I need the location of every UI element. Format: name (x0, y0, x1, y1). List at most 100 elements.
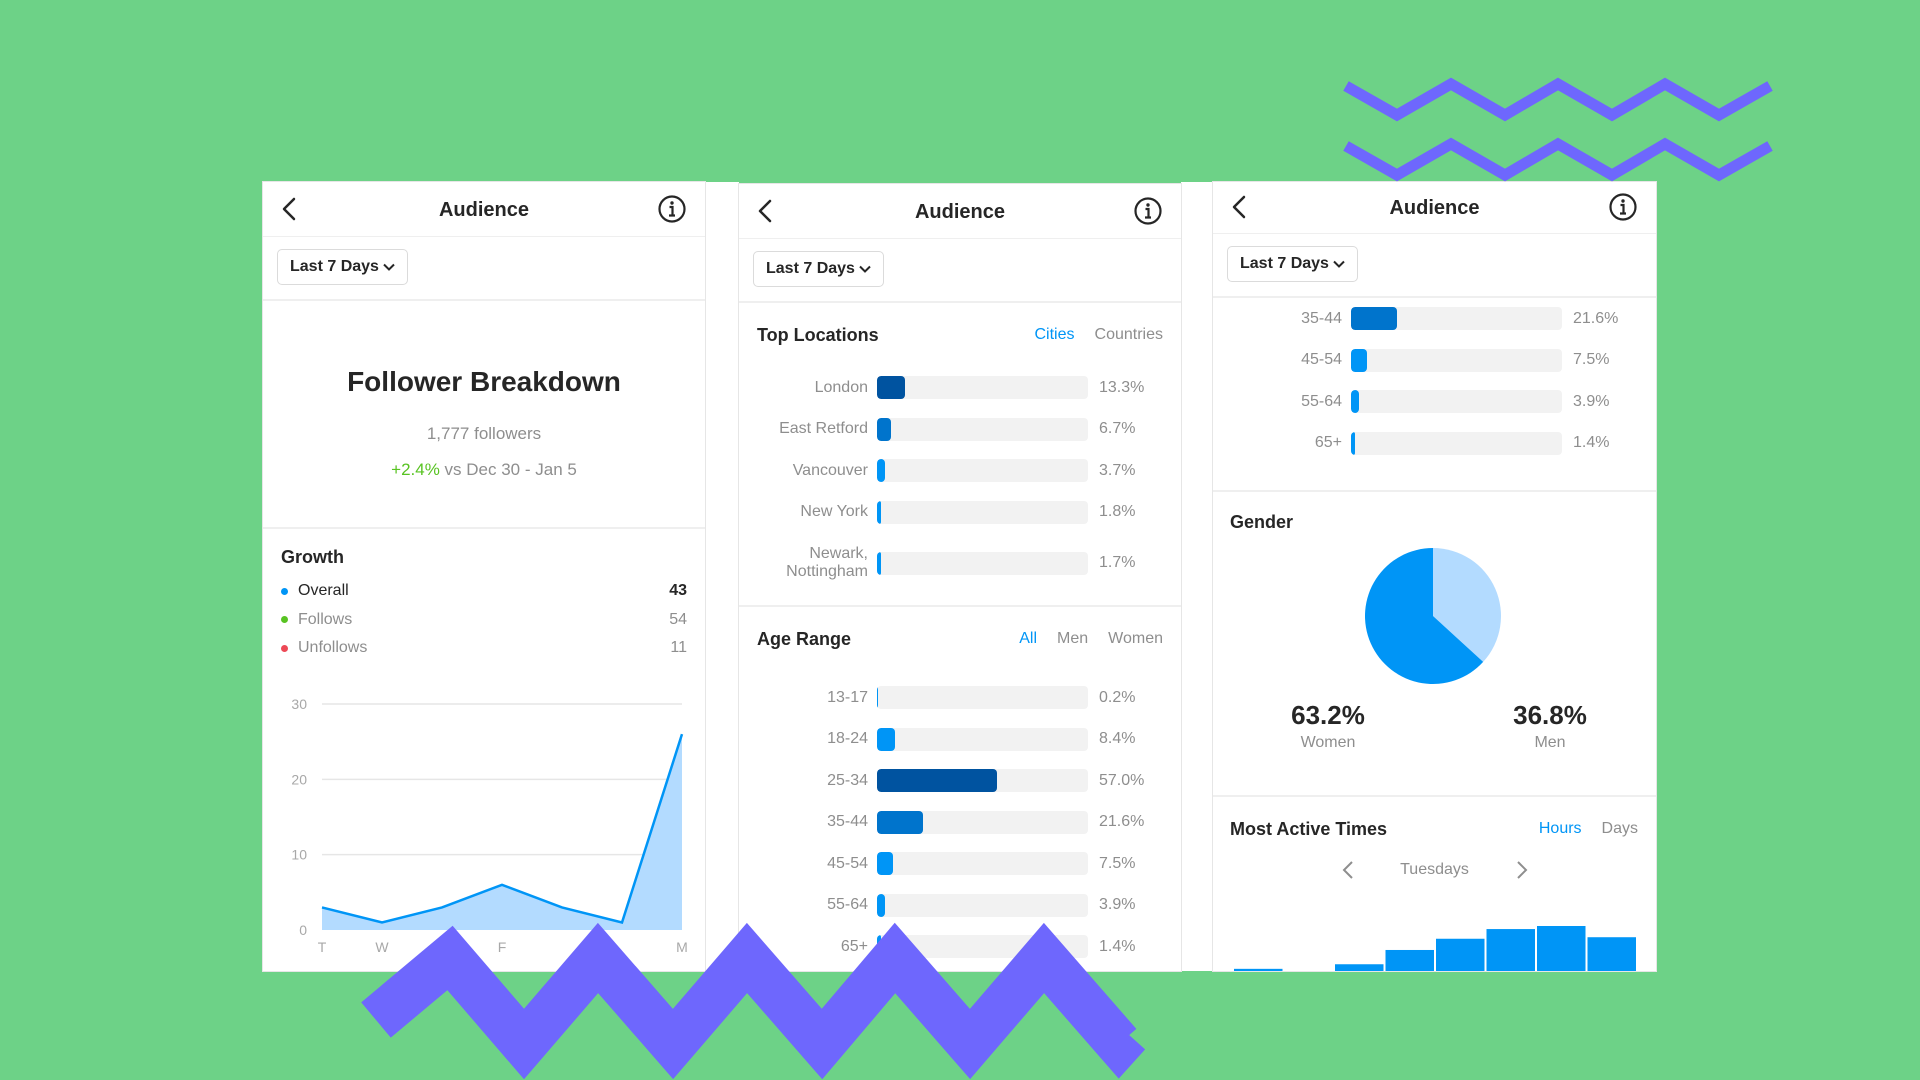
bar-value: 1.7% (1099, 554, 1136, 571)
bar-fill (877, 376, 906, 400)
bar-track (877, 551, 1088, 575)
legend-dot-icon (281, 616, 288, 624)
bar-track (877, 459, 1088, 483)
active-time-bar (1234, 968, 1283, 971)
bar-row: Vancouver 3.7% (739, 450, 1144, 492)
active-day-label: Tuesdays (1400, 861, 1469, 878)
bar-row: 55-64 3.9% (1213, 381, 1618, 423)
bar-value: 8.4% (1099, 730, 1136, 748)
tab-days[interactable]: Days (1602, 820, 1638, 838)
bar-row: 18-24 8.4% (739, 719, 1144, 761)
legend-item-follows[interactable]: Follows 54 (281, 606, 687, 635)
bar-value: 1.4% (1573, 434, 1610, 452)
audience-panel-locations-age: Audience Last 7 Days Top Locations Citie… (739, 184, 1181, 971)
bar-row: 55-64 3.9% (739, 885, 1144, 927)
panel-gap (1181, 182, 1213, 971)
legend-value: 54 (669, 610, 687, 628)
header: Audience (739, 184, 1181, 239)
date-range-dropdown[interactable]: Last 7 Days (1227, 246, 1358, 282)
bar-track (877, 893, 1088, 917)
bar-label: 55-64 (1301, 392, 1342, 410)
bar-track (1351, 307, 1562, 331)
gender-title: Gender (1230, 512, 1294, 532)
bar-row: 65+ 1.4% (739, 926, 1144, 968)
legend-item-overall[interactable]: Overall 43 (281, 577, 687, 606)
header-title: Audience (1389, 197, 1480, 219)
most-active-times-section: Most Active Times Hours Days Tuesdays (1213, 797, 1656, 971)
date-range-dropdown[interactable]: Last 7 Days (753, 251, 884, 287)
bar-fill (877, 769, 998, 793)
bar-row: 65+ 1.4% (1213, 423, 1618, 465)
bar-value: 21.6% (1099, 813, 1145, 831)
date-range-label: Last 7 Days (766, 260, 855, 277)
x-tick-label: W (375, 939, 389, 955)
bar-fill (877, 935, 881, 959)
tab-men[interactable]: Men (1057, 630, 1088, 648)
bar-track (1351, 431, 1562, 455)
bar-fill (877, 727, 895, 751)
followers-count: 1,777 followers (426, 424, 542, 443)
age-range-section: Age Range All Men Women 13-17 0.2% 18-24 8.4%… (739, 607, 1181, 971)
age-range-list: 13-17 0.2% 18-24 8.4% 25-34 57.0% 35-44 21.6% 45… (739, 677, 1144, 968)
locations-tabs: Cities Countries (1035, 326, 1164, 344)
bar-value: 7.5% (1573, 351, 1610, 369)
bar-row: East Retford 6.7% (739, 409, 1144, 451)
x-tick-label: F (498, 939, 507, 955)
growth-section: Growth Overall 43 Follows 54 Unfollows 11 0 10… (263, 529, 705, 955)
tab-cities[interactable]: Cities (1035, 326, 1075, 344)
info-icon[interactable] (1133, 196, 1163, 226)
men-label: Men (1534, 734, 1566, 751)
legend-value: 11 (670, 639, 687, 657)
active-time-bar (1385, 949, 1434, 971)
zigzag-top-2 (1343, 137, 1773, 182)
legend-item-unfollows[interactable]: Unfollows 11 (281, 634, 687, 663)
bar-row: 45-54 7.5% (1213, 340, 1618, 382)
bar-fill (877, 500, 881, 524)
date-range-label: Last 7 Days (1240, 255, 1329, 272)
bar-label: Newark, Nottingham (786, 545, 868, 580)
active-time-bar (1486, 929, 1535, 971)
date-range-dropdown[interactable]: Last 7 Days (277, 249, 408, 285)
chevron-right-icon[interactable] (1516, 860, 1528, 880)
tab-hours[interactable]: Hours (1539, 820, 1582, 838)
bar-label: 65+ (840, 937, 868, 955)
x-tick-label: M (676, 939, 688, 955)
growth-title: Growth (281, 547, 344, 567)
followers-change-line: +2.4% vs Dec 30 - Jan 5 (263, 460, 705, 480)
most-active-times-title: Most Active Times (1230, 819, 1388, 839)
bar-row: New York 1.8% (739, 492, 1144, 534)
bar-label: Vancouver (792, 461, 868, 479)
y-tick-label: 10 (291, 847, 307, 863)
bar-fill (1351, 390, 1360, 414)
date-range-label: Last 7 Days (290, 258, 379, 275)
gender-section: Gender 63.2% Women 36.8% Men (1213, 492, 1656, 797)
bar-fill (1351, 307, 1397, 331)
legend-dot-icon (281, 587, 288, 595)
x-tick-label: T (318, 939, 327, 955)
bar-track (877, 935, 1088, 959)
chevron-down-icon (1333, 260, 1345, 268)
info-icon[interactable] (1608, 192, 1638, 222)
info-icon[interactable] (657, 194, 687, 224)
bar-value: 13.3% (1099, 378, 1145, 396)
audience-panel-gender-active: Audience Last 7 Days 35-44 21.6% 45-54 7.5%… (1213, 182, 1656, 971)
active-time-bar (1587, 937, 1636, 971)
bar-value: 7.5% (1099, 854, 1136, 872)
tab-all[interactable]: All (1019, 630, 1037, 648)
top-locations-section: Top Locations Cities Countries London 13.3… (739, 303, 1181, 607)
age-range-list: 35-44 21.6% 45-54 7.5% 55-64 3.9% 65+ 1.4% (1213, 298, 1618, 464)
bar-value: 6.7% (1099, 420, 1136, 438)
bar-label: 35-44 (827, 813, 868, 831)
bar-fill (877, 459, 885, 483)
tab-countries[interactable]: Countries (1095, 326, 1163, 344)
bar-track (877, 810, 1088, 834)
bar-row: 25-34 57.0% (739, 760, 1144, 802)
header-title: Audience (914, 201, 1006, 223)
bar-value: 3.9% (1099, 896, 1136, 914)
bar-value: 57.0% (1099, 771, 1145, 789)
bar-track (1351, 348, 1562, 372)
bar-row: 13-17 0.2% (739, 677, 1144, 719)
locations-list: London 13.3% East Retford 6.7% Vancouver 3.7%… (739, 367, 1144, 593)
tab-women[interactable]: Women (1108, 630, 1163, 648)
active-time-bar (1537, 926, 1586, 971)
